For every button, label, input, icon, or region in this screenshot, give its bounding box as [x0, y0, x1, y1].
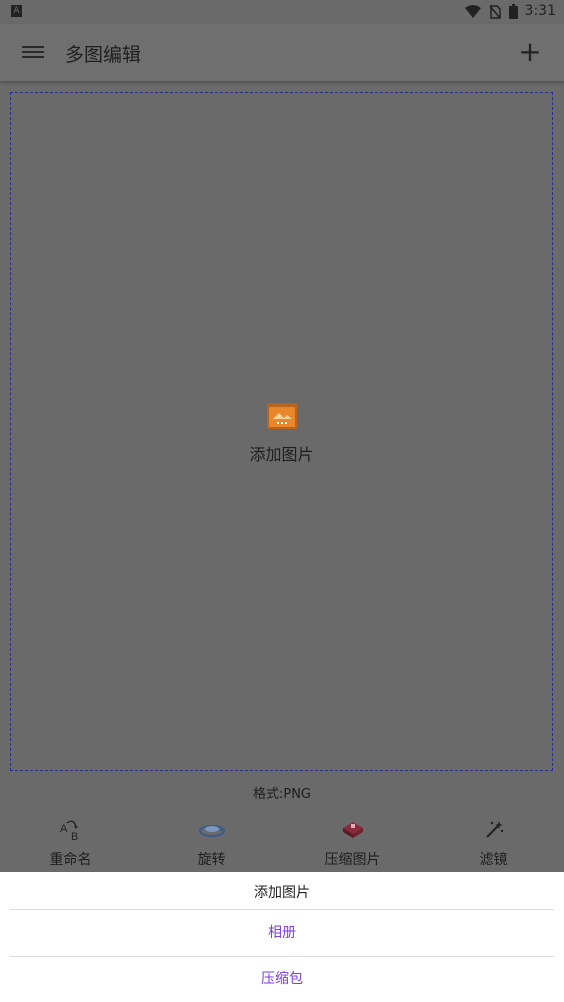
app-notification-icon: A — [11, 5, 22, 17]
image-folder-icon — [266, 403, 297, 429]
rotate-tool[interactable]: 旋转 — [141, 815, 282, 873]
album-option[interactable]: 相册 — [0, 918, 564, 954]
page-title: 多图编辑 — [65, 44, 142, 66]
clock: 3:31 — [524, 3, 556, 19]
add-image-sheet: 添加图片 相册 压缩包 — [0, 872, 564, 1002]
rotate-label: 旋转 — [197, 852, 226, 868]
status-bar: A 3:31 — [0, 0, 564, 24]
divider — [10, 956, 554, 957]
rename-tool[interactable]: A B 重命名 — [0, 815, 141, 873]
divider — [10, 909, 554, 910]
battery-icon — [509, 4, 518, 19]
filter-tool[interactable]: 滤镜 — [423, 815, 564, 873]
no-sim-icon — [489, 4, 501, 19]
sheet-title: 添加图片 — [254, 885, 310, 901]
menu-icon — [22, 46, 44, 48]
add-button[interactable]: + — [516, 34, 544, 70]
compress-image-tool[interactable]: 压缩图片 — [282, 815, 423, 873]
format-label: 格式:PNG — [252, 787, 312, 802]
svg-text:B: B — [71, 831, 78, 842]
edit-toolbar: A B 重命名 旋转 压缩图片 滤镜 — [0, 815, 564, 873]
dropzone-label: 添加图片 — [249, 445, 314, 464]
menu-button[interactable] — [22, 43, 44, 61]
add-image-dropzone[interactable]: 添加图片 — [10, 92, 553, 771]
filter-icon — [485, 821, 503, 838]
dropzone-content: 添加图片 — [11, 403, 552, 465]
rename-icon: A B — [60, 820, 78, 842]
status-icons — [465, 4, 518, 19]
filter-label: 滤镜 — [479, 852, 508, 868]
app-bar: 多图编辑 + — [0, 24, 564, 81]
compress-image-label: 压缩图片 — [324, 852, 381, 868]
archive-option[interactable]: 压缩包 — [0, 964, 564, 1000]
compress-image-icon — [342, 822, 363, 838]
rotate-icon — [198, 825, 225, 837]
wifi-icon — [465, 4, 481, 18]
svg-text:A: A — [60, 823, 68, 835]
rename-label: 重命名 — [49, 852, 92, 868]
